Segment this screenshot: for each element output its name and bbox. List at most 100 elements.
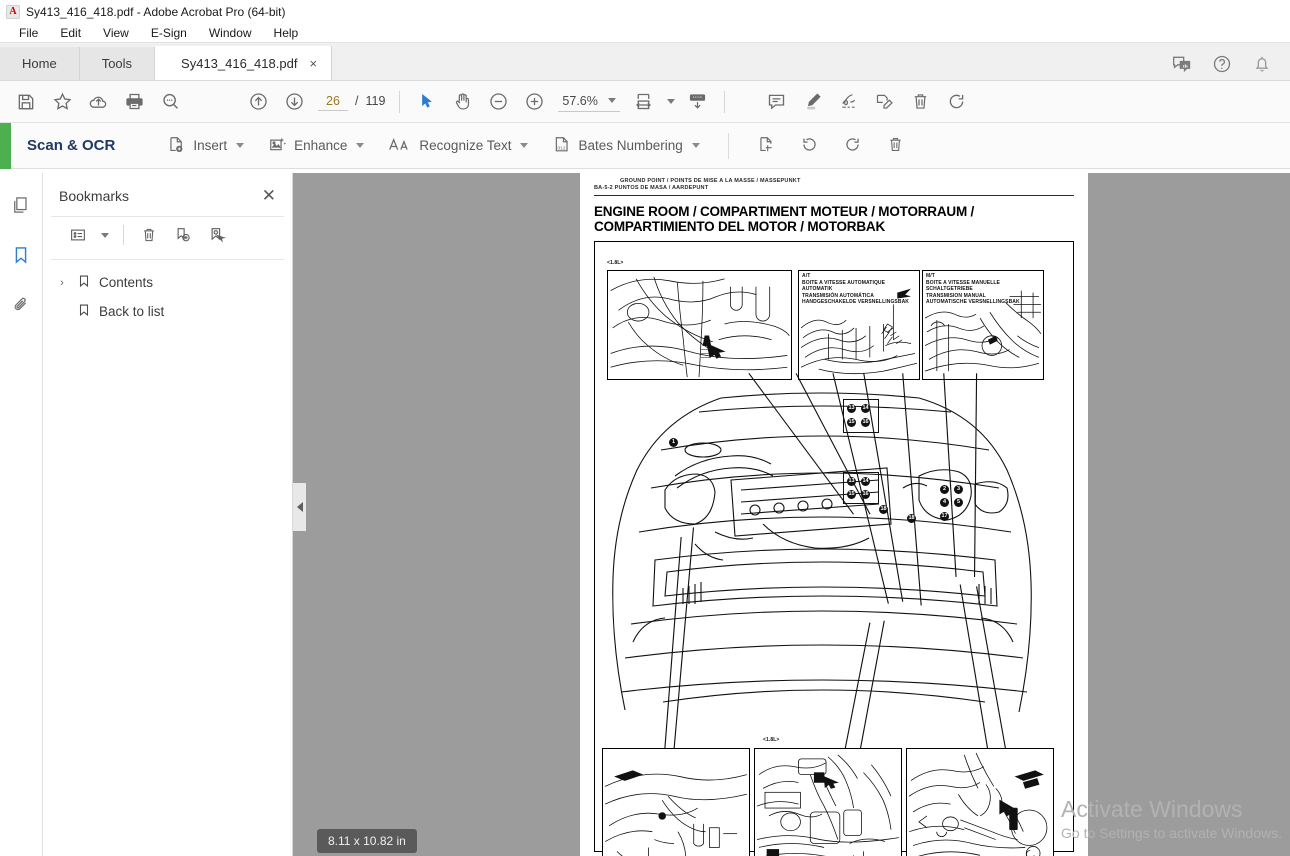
edit-bookmark-icon[interactable]: [202, 221, 232, 249]
upload-to-cloud-icon[interactable]: [80, 85, 116, 119]
previous-page-icon[interactable]: [240, 85, 276, 119]
callout-18: 18: [879, 505, 888, 514]
hand-tool-icon[interactable]: [444, 85, 480, 119]
menu-help[interactable]: Help: [263, 26, 310, 40]
inset-bottom-left-art: [604, 770, 747, 856]
label-at-block: BOITE A VITESSE AUTOMATIQUE AUTOMATIK TR…: [802, 280, 909, 305]
save-icon[interactable]: [8, 85, 44, 119]
help-icon[interactable]: [1212, 54, 1232, 74]
menu-view[interactable]: View: [92, 26, 140, 40]
figure-frame: <1.8L> A/T BOITE A VITESSE AUTOMATIQUE A…: [594, 241, 1074, 856]
zoom-level-value: 57.6%: [562, 93, 598, 108]
page-header-code: BA-5-2: [594, 185, 613, 191]
print-icon[interactable]: [116, 85, 152, 119]
bookmark-options-icon[interactable]: [63, 221, 93, 249]
sign-icon[interactable]: [831, 85, 867, 119]
bookmark-options-chevron-icon[interactable]: [97, 221, 113, 249]
close-icon[interactable]: ✕: [262, 187, 276, 204]
page-title: ENGINE ROOM / COMPARTIMENT MOTEUR / MOTO…: [594, 204, 1074, 234]
callout-group-box-top: [843, 399, 879, 433]
collapse-panel-icon[interactable]: [293, 483, 306, 531]
close-icon[interactable]: ×: [309, 56, 317, 71]
crop-page-button[interactable]: [747, 129, 786, 163]
current-page-input[interactable]: 26: [318, 93, 348, 111]
feedback-icon[interactable]: [1172, 54, 1192, 74]
bookmark-item-back-to-list[interactable]: Back to list: [51, 297, 284, 326]
zoom-level-selector[interactable]: 57.6%: [558, 92, 620, 112]
pdf-page: GROUND POINT / POINTS DE MISE A LA MASSE…: [580, 173, 1088, 856]
window-title: Sy413_416_418.pdf - Adobe Acrobat Pro (6…: [26, 4, 286, 19]
tab-strip: Home Tools Sy413_416_418.pdf ×: [0, 43, 1290, 81]
page-size-tooltip: 8.11 x 10.82 in: [317, 829, 417, 853]
delete-page-icon: [886, 135, 905, 157]
recognize-text-button[interactable]: Recognize Text: [378, 129, 538, 163]
notification-bell-icon[interactable]: [1252, 54, 1272, 74]
inset-bottom-left: [602, 748, 750, 856]
comment-icon[interactable]: [759, 85, 795, 119]
window-titlebar: Sy413_416_418.pdf - Adobe Acrobat Pro (6…: [0, 0, 1290, 23]
callout-5: 5: [954, 498, 963, 507]
bookmark-icon: [77, 303, 91, 320]
redo-button[interactable]: [833, 129, 872, 163]
tab-home[interactable]: Home: [0, 47, 80, 80]
inset-engine-18l-art: [610, 276, 790, 378]
insert-page-icon: [167, 135, 186, 157]
zoom-in-icon[interactable]: [516, 85, 552, 119]
acrobat-logo-icon: [6, 4, 20, 19]
callout-17: 17: [940, 512, 949, 521]
insert-button[interactable]: Insert: [157, 129, 254, 163]
menubar: File Edit View E-Sign Window Help: [0, 23, 1290, 43]
label-at-code: A/T: [802, 273, 811, 279]
rotate-icon[interactable]: [939, 85, 975, 119]
svg-text:012: 012: [558, 145, 566, 151]
total-pages: 119: [365, 93, 386, 108]
new-bookmark-icon[interactable]: [168, 221, 198, 249]
fit-page-icon[interactable]: [626, 85, 662, 119]
undo-icon: [800, 135, 819, 157]
delete-page-button[interactable]: [876, 129, 915, 163]
menu-edit[interactable]: Edit: [49, 26, 92, 40]
search-icon[interactable]: [152, 85, 188, 119]
enhance-button[interactable]: Enhance: [258, 129, 374, 163]
recognize-text-icon: [388, 135, 412, 157]
callout-18b: 18: [907, 514, 916, 523]
attachments-icon[interactable]: [7, 291, 35, 319]
tab-tools[interactable]: Tools: [79, 47, 156, 80]
bookmarks-title: Bookmarks: [59, 187, 130, 204]
bookmark-item-label: Back to list: [99, 304, 165, 319]
pdf-page-content: GROUND POINT / POINTS DE MISE A LA MASSE…: [580, 173, 1088, 856]
chevron-right-icon[interactable]: ›: [55, 277, 69, 289]
enhance-scan-icon: [268, 135, 287, 157]
inset-bottom-right-art: [908, 752, 1048, 856]
toolbar-divider-1: [399, 90, 401, 113]
zoom-out-icon[interactable]: [480, 85, 516, 119]
select-tool-icon[interactable]: [408, 85, 444, 119]
bookmarks-toolbar-divider: [123, 225, 124, 245]
undo-button[interactable]: [790, 129, 829, 163]
page-header-sub: PUNTOS DE MASA / AARDEPUNT: [614, 185, 709, 191]
bookmarks-list: › Contents Back to list: [51, 259, 284, 326]
recognize-text-button-label: Recognize Text: [419, 138, 512, 153]
highlight-icon[interactable]: [795, 85, 831, 119]
menu-esign[interactable]: E-Sign: [140, 26, 198, 40]
bookmarks-header: Bookmarks ✕: [43, 173, 292, 216]
bookmarks-icon[interactable]: [7, 241, 35, 269]
bates-numbering-button[interactable]: 012 Bates Numbering: [542, 129, 709, 163]
callout-1: 1: [669, 438, 678, 447]
bookmark-item-contents[interactable]: › Contents: [51, 268, 284, 297]
chevron-down-icon: [520, 143, 529, 148]
page-thumbnails-icon[interactable]: [7, 191, 35, 219]
tab-document[interactable]: Sy413_416_418.pdf ×: [155, 46, 333, 80]
navigation-rail: [0, 173, 43, 856]
scroll-mode-icon[interactable]: [680, 85, 716, 119]
delete-icon[interactable]: [903, 85, 939, 119]
fit-page-chevron-icon[interactable]: [662, 85, 680, 119]
pdf-viewer[interactable]: GROUND POINT / POINTS DE MISE A LA MASSE…: [293, 173, 1290, 856]
menu-window[interactable]: Window: [198, 26, 263, 40]
next-page-icon[interactable]: [276, 85, 312, 119]
add-to-favorites-icon[interactable]: [44, 85, 80, 119]
fill-and-sign-icon[interactable]: [867, 85, 903, 119]
delete-bookmark-icon[interactable]: [134, 221, 164, 249]
inset-bottom-center: [754, 748, 902, 856]
menu-file[interactable]: File: [8, 26, 49, 40]
